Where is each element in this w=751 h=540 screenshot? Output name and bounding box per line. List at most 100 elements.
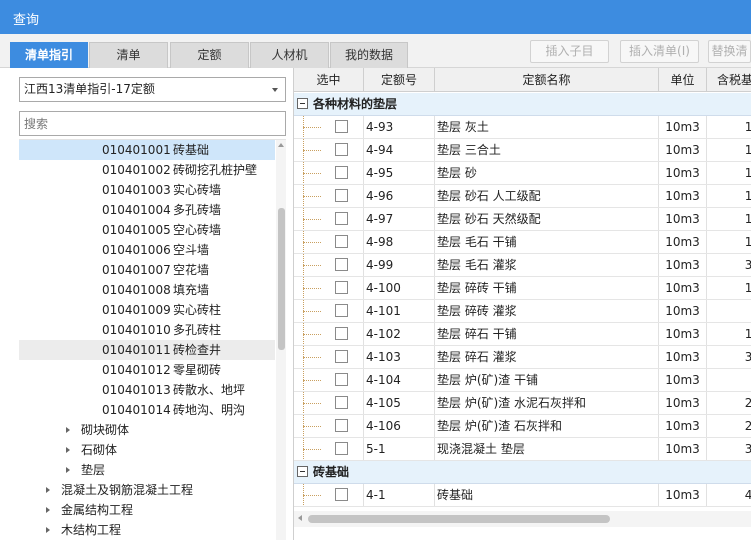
table-row[interactable]: 4-99垫层 毛石 灌浆10m333 [294, 254, 751, 277]
tree-item-code: 010401009 [102, 303, 171, 317]
tree-item-code: 010401007 [102, 263, 171, 277]
row-checkbox[interactable] [335, 350, 348, 363]
row-checkbox[interactable] [335, 419, 348, 432]
tree-item[interactable]: 010401001 砖基础 [19, 140, 275, 160]
row-checkbox[interactable] [335, 212, 348, 225]
library-select[interactable]: 江西13清单指引-17定额 [19, 77, 286, 102]
expand-caret-icon[interactable] [46, 487, 50, 493]
tree-item-code: 010401010 [102, 323, 171, 337]
col-price-header[interactable]: 含税基 [707, 68, 751, 92]
dropdown-arrow-icon[interactable] [272, 88, 278, 92]
table-row[interactable]: 5-1现浇混凝土 垫层10m330 [294, 438, 751, 461]
col-select-header[interactable]: 选中 [294, 68, 364, 92]
tree-item[interactable]: 混凝土及钢筋混凝土工程 [19, 480, 275, 500]
col-unit-header[interactable]: 单位 [659, 68, 707, 92]
table-row[interactable]: 4-101垫层 碎砖 灌浆10m32 [294, 300, 751, 323]
tree-item[interactable]: 010401002 砖砌挖孔桩护壁 [19, 160, 275, 180]
row-checkbox[interactable] [335, 120, 348, 133]
collapse-icon[interactable] [297, 466, 308, 477]
tree-item[interactable]: 木结构工程 [19, 520, 275, 540]
search-input[interactable] [19, 111, 286, 136]
tree-item[interactable]: 010401004 多孔砖墙 [19, 200, 275, 220]
col-name-header[interactable]: 定额名称 [435, 68, 659, 92]
table-row[interactable]: 4-1砖基础10m342 [294, 484, 751, 507]
tree-connector [303, 495, 321, 496]
tree-scrollbar[interactable] [276, 140, 286, 540]
expand-caret-icon[interactable] [66, 467, 70, 473]
tree-scroll-thumb[interactable] [278, 208, 285, 350]
collapse-icon[interactable] [297, 98, 308, 109]
toolbar: 清单指引 清单 定额 人材机 我的数据 插入子目 插入清单(I) 替换清 [0, 34, 751, 68]
col-price-cell: 13 [707, 208, 751, 230]
table-row[interactable]: 4-97垫层 砂石 天然级配10m313 [294, 208, 751, 231]
col-name-cell: 垫层 碎石 灌浆 [435, 346, 659, 368]
table-row[interactable]: 4-106垫层 炉(矿)渣 石灰拌和10m320 [294, 415, 751, 438]
col-name-cell: 垫层 炉(矿)渣 干铺 [435, 369, 659, 391]
replace-bill-button[interactable]: 替换清 [708, 40, 751, 63]
tree-item[interactable]: 010401006 空斗墙 [19, 240, 275, 260]
table-row[interactable]: 4-98垫层 毛石 干铺10m318 [294, 231, 751, 254]
row-checkbox[interactable] [335, 235, 348, 248]
tree-item[interactable]: 010401009 实心砖柱 [19, 300, 275, 320]
tab-2[interactable]: 清单 [89, 42, 168, 68]
expand-caret-icon[interactable] [66, 447, 70, 453]
expand-caret-icon[interactable] [66, 427, 70, 433]
tree-item[interactable]: 010401008 填充墙 [19, 280, 275, 300]
row-checkbox[interactable] [335, 442, 348, 455]
scroll-left-icon[interactable] [298, 515, 302, 521]
col-unit-cell: 10m3 [659, 208, 707, 230]
tree-item[interactable]: 010401007 空花墙 [19, 260, 275, 280]
row-checkbox[interactable] [335, 189, 348, 202]
col-code-cell: 5-1 [364, 438, 435, 460]
tree-item[interactable]: 010401005 空心砖墙 [19, 220, 275, 240]
row-checkbox[interactable] [335, 396, 348, 409]
row-checkbox[interactable] [335, 258, 348, 271]
tree-item[interactable]: 010401012 零星砌砖 [19, 360, 275, 380]
grid-hscrollbar[interactable] [294, 511, 751, 527]
row-checkbox[interactable] [335, 327, 348, 340]
col-code-cell: 4-1 [364, 484, 435, 506]
table-row[interactable]: 4-104垫层 炉(矿)渣 干铺10m36 [294, 369, 751, 392]
grid-scroll-thumb[interactable] [308, 515, 610, 523]
group-row[interactable]: 砖基础 [294, 461, 751, 484]
tree-item[interactable]: 010401003 实心砖墙 [19, 180, 275, 200]
tree-connector [303, 219, 321, 220]
tab-5[interactable]: 我的数据 [330, 42, 408, 68]
group-name: 砖基础 [313, 465, 350, 479]
tab-4[interactable]: 人材机 [250, 42, 329, 68]
insert-subitem-button[interactable]: 插入子目 [530, 40, 609, 63]
tab-1[interactable]: 清单指引 [10, 42, 88, 68]
tree-item[interactable]: 石砌体 [19, 440, 275, 460]
tab-3[interactable]: 定额 [170, 42, 249, 68]
col-code-header[interactable]: 定额号 [364, 68, 435, 92]
tree-item[interactable]: 010401011 砖检查井 [19, 340, 275, 360]
tree-item[interactable]: 010401010 多孔砖柱 [19, 320, 275, 340]
expand-caret-icon[interactable] [46, 527, 50, 533]
expand-caret-icon[interactable] [46, 507, 50, 513]
tree-item[interactable]: 垫层 [19, 460, 275, 480]
tree-item[interactable]: 010401014 砖地沟、明沟 [19, 400, 275, 420]
scroll-up-icon[interactable] [278, 143, 284, 147]
select-cell [294, 162, 364, 184]
select-cell [294, 484, 364, 506]
tree-item-name: 多孔砖墙 [173, 203, 222, 217]
table-row[interactable]: 4-102垫层 碎石 干铺10m318 [294, 323, 751, 346]
table-row[interactable]: 4-93垫层 灰土10m316 [294, 116, 751, 139]
group-row[interactable]: 各种材料的垫层 [294, 93, 751, 116]
row-checkbox[interactable] [335, 143, 348, 156]
insert-bill-button[interactable]: 插入清单(I) [620, 40, 699, 63]
table-row[interactable]: 4-105垫层 炉(矿)渣 水泥石灰拌和10m322 [294, 392, 751, 415]
table-row[interactable]: 4-96垫层 砂石 人工级配10m314 [294, 185, 751, 208]
table-row[interactable]: 4-94垫层 三合土10m318 [294, 139, 751, 162]
tree-item[interactable]: 砌块砌体 [19, 420, 275, 440]
tree-item[interactable]: 金属结构工程 [19, 500, 275, 520]
row-checkbox[interactable] [335, 166, 348, 179]
table-row[interactable]: 4-103垫层 碎石 灌浆10m330 [294, 346, 751, 369]
table-row[interactable]: 4-100垫层 碎砖 干铺10m310 [294, 277, 751, 300]
tree-item[interactable]: 010401013 砖散水、地坪 [19, 380, 275, 400]
row-checkbox[interactable] [335, 281, 348, 294]
row-checkbox[interactable] [335, 488, 348, 501]
row-checkbox[interactable] [335, 304, 348, 317]
table-row[interactable]: 4-95垫层 砂10m310 [294, 162, 751, 185]
row-checkbox[interactable] [335, 373, 348, 386]
